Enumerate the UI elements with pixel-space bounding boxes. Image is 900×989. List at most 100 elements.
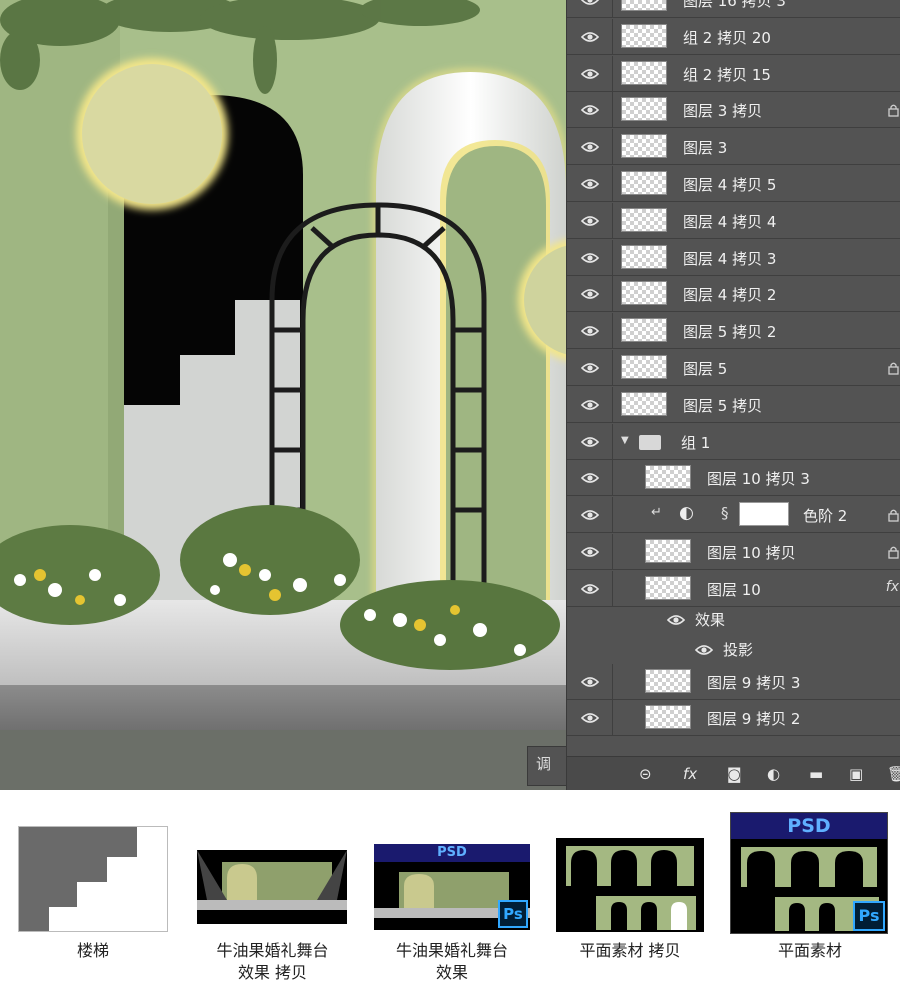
visibility-eye-icon[interactable]	[580, 470, 600, 484]
layer-thumbnail[interactable]	[645, 539, 691, 563]
layer-thumbnail[interactable]	[645, 465, 691, 490]
layer-thumbnail[interactable]	[645, 575, 691, 600]
visibility-eye-icon[interactable]	[666, 612, 686, 626]
expand-chevron-icon[interactable]: ▼	[621, 435, 629, 446]
visibility-eye-icon[interactable]	[580, 29, 600, 43]
layer-mask-thumbnail[interactable]	[739, 502, 789, 527]
layer-name[interactable]: 图层 10 拷贝	[707, 542, 796, 563]
file-thumbnail-stage-copy[interactable]	[197, 850, 347, 924]
layer-thumbnail[interactable]	[621, 281, 667, 306]
layer-thumbnail[interactable]	[621, 391, 667, 416]
visibility-eye-icon[interactable]	[580, 323, 600, 337]
file-thumbnail-flat-material-copy[interactable]	[556, 838, 704, 932]
layer-row[interactable]: 图层 9 拷贝 2	[567, 700, 900, 737]
layer-name[interactable]: 图层 5 拷贝 2	[683, 321, 776, 342]
add-layer-style-icon[interactable]: fx	[683, 765, 697, 783]
layer-name[interactable]: 图层 4 拷贝 3	[683, 248, 776, 269]
layer-thumbnail[interactable]	[621, 134, 667, 159]
folder-icon	[639, 434, 661, 450]
layer-effect-row[interactable]: 效果	[567, 604, 900, 634]
layer-row[interactable]: 组 2 拷贝 15	[567, 55, 900, 92]
visibility-eye-icon[interactable]	[580, 213, 600, 227]
adjustment-layer-icon[interactable]: ◐	[767, 765, 780, 783]
layer-name[interactable]: 图层 9 拷贝 3	[707, 672, 800, 693]
layer-name[interactable]: 图层 9 拷贝 2	[707, 708, 800, 729]
visibility-eye-icon[interactable]	[580, 139, 600, 153]
layer-thumbnail[interactable]	[621, 0, 667, 11]
layer-row[interactable]: ↵ ◐ § 色阶 2	[567, 497, 900, 534]
visibility-eye-icon[interactable]	[580, 710, 600, 724]
new-layer-icon[interactable]: ▣	[849, 765, 863, 783]
visibility-eye-icon[interactable]	[580, 674, 600, 688]
adjustments-panel-tab[interactable]: 调	[527, 746, 566, 786]
layer-name[interactable]: 图层 4 拷贝 2	[683, 284, 776, 305]
layer-row[interactable]: 图层 10 拷贝 3	[567, 460, 900, 497]
layer-name[interactable]: 图层 3 拷贝	[683, 100, 762, 121]
visibility-eye-icon[interactable]	[580, 286, 600, 300]
layer-thumbnail[interactable]	[621, 244, 667, 269]
file-thumbnail-flat-material-psd[interactable]: PSD Ps	[730, 812, 888, 934]
layer-thumbnail[interactable]	[645, 705, 691, 730]
layer-name[interactable]: 图层 4 拷贝 5	[683, 174, 776, 195]
layer-thumbnail[interactable]	[621, 23, 667, 48]
layer-name[interactable]: 色阶 2	[803, 505, 847, 526]
layer-thumbnail[interactable]	[621, 318, 667, 343]
visibility-eye-icon[interactable]	[580, 581, 600, 595]
layer-row[interactable]: 图层 5	[567, 350, 900, 386]
lock-icon	[888, 544, 899, 559]
lock-icon	[888, 360, 899, 375]
layer-name[interactable]: 图层 10	[707, 579, 761, 600]
add-mask-icon[interactable]: ◙	[727, 765, 742, 783]
visibility-eye-icon[interactable]	[580, 250, 600, 264]
file-thumbnail-stairs[interactable]	[18, 826, 168, 932]
layer-name[interactable]: 图层 4 拷贝 4	[683, 211, 776, 232]
layer-thumbnail[interactable]	[621, 60, 667, 85]
layer-row[interactable]: 图层 3	[567, 129, 900, 166]
layer-effect-row[interactable]: 投影	[567, 634, 900, 664]
layer-thumbnail[interactable]	[621, 207, 667, 232]
layer-row[interactable]: ▼ 组 1	[567, 423, 900, 460]
visibility-eye-icon[interactable]	[580, 360, 600, 374]
visibility-eye-icon[interactable]	[694, 642, 714, 656]
visibility-eye-icon[interactable]	[580, 544, 600, 558]
layer-row[interactable]: 图层 4 拷贝 5	[567, 166, 900, 202]
delete-layer-icon[interactable]: 🗑	[887, 765, 900, 783]
link-layers-icon[interactable]: ⊝	[639, 765, 652, 783]
layer-name[interactable]: 图层 5	[683, 358, 727, 379]
file-thumbnail-stage-psd[interactable]: PSD Ps	[374, 844, 530, 930]
visibility-eye-icon[interactable]	[580, 66, 600, 80]
layer-thumbnail[interactable]	[621, 171, 667, 195]
visibility-eye-icon[interactable]	[580, 0, 600, 6]
mask-link-icon[interactable]: §	[721, 504, 729, 522]
layer-row[interactable]: 图层 9 拷贝 3	[567, 663, 900, 700]
layer-name[interactable]: 组 1	[681, 432, 710, 453]
visibility-eye-icon[interactable]	[580, 102, 600, 116]
layer-row[interactable]: 组 2 拷贝 20	[567, 18, 900, 55]
visibility-eye-icon[interactable]	[580, 434, 600, 448]
layer-name[interactable]: 图层 10 拷贝 3	[707, 468, 810, 489]
visibility-eye-icon[interactable]	[580, 176, 600, 190]
layer-name[interactable]: 图层 16 拷贝 3	[683, 0, 786, 11]
layer-name[interactable]: 图层 3	[683, 137, 727, 158]
visibility-eye-icon[interactable]	[580, 397, 600, 411]
layer-thumbnail[interactable]	[645, 668, 691, 693]
layer-thumbnail[interactable]	[621, 97, 667, 122]
layer-row[interactable]: 图层 4 拷贝 4	[567, 202, 900, 239]
document-canvas[interactable]: 调	[0, 0, 566, 790]
layer-row[interactable]: 图层 4 拷贝 2	[567, 276, 900, 313]
layer-row[interactable]: 图层 4 拷贝 3	[567, 239, 900, 276]
layer-name[interactable]: 组 2 拷贝 15	[683, 64, 771, 85]
layer-thumbnail[interactable]	[621, 355, 667, 379]
layer-row[interactable]: 图层 5 拷贝	[567, 386, 900, 423]
layer-row[interactable]: 图层 5 拷贝 2	[567, 313, 900, 350]
layer-row[interactable]: 图层 10 fx	[567, 570, 900, 607]
layer-name[interactable]: 图层 5 拷贝	[683, 395, 762, 416]
visibility-eye-icon[interactable]	[580, 507, 600, 521]
layer-style-fx-icon[interactable]: fx	[886, 579, 899, 595]
layers-panel: 图层 16 拷贝 3 组 2 拷贝 20 组 2 拷贝 15 图层 3 拷贝 图层 3 图…	[566, 0, 900, 790]
layer-row[interactable]: 图层 16 拷贝 3	[567, 0, 900, 18]
layer-name[interactable]: 组 2 拷贝 20	[683, 27, 771, 48]
layer-row[interactable]: 图层 3 拷贝	[567, 92, 900, 129]
new-group-icon[interactable]: ▬	[809, 765, 823, 783]
layer-row[interactable]: 图层 10 拷贝	[567, 534, 900, 570]
